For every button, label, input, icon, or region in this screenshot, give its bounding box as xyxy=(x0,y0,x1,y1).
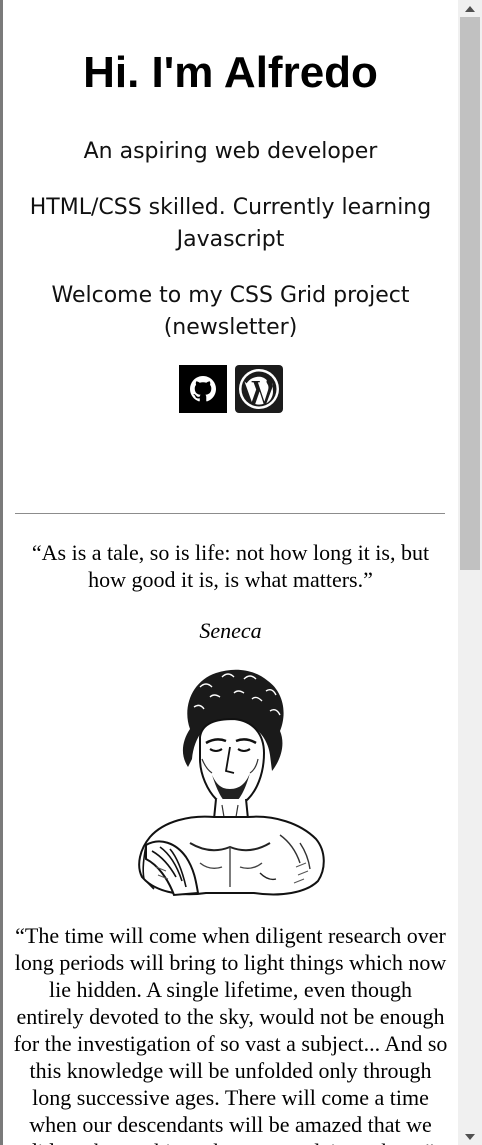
seneca-bust-illustration xyxy=(138,669,325,897)
quote-author: Seneca xyxy=(199,618,262,643)
hero-skills: HTML/CSS skilled. Currently learning Jav… xyxy=(29,195,432,252)
github-link[interactable] xyxy=(179,365,227,413)
scroll-up-button[interactable] xyxy=(458,0,482,17)
hero-title: Hi. I'm Alfredo xyxy=(83,48,378,97)
scroll-up-arrow-icon xyxy=(465,5,475,12)
section-divider xyxy=(15,513,445,514)
social-links xyxy=(179,365,283,413)
hero-tagline: An aspiring web developer xyxy=(83,139,378,164)
github-icon xyxy=(190,376,216,402)
long-quote-text: “The time will come when diligent resear… xyxy=(13,923,448,1145)
vertical-scrollbar[interactable] xyxy=(458,0,482,1145)
scroll-down-arrow-icon xyxy=(465,1133,475,1140)
wordpress-link[interactable] xyxy=(235,365,283,413)
wordpress-icon xyxy=(235,365,283,413)
quote-text: “As is a tale, so is life: not how long … xyxy=(31,540,430,592)
hero-welcome: Welcome to my CSS Grid project (newslett… xyxy=(51,283,410,340)
page-content: Hi. I'm Alfredo An aspiring web develope… xyxy=(3,0,458,1145)
browser-viewport: Hi. I'm Alfredo An aspiring web develope… xyxy=(0,0,482,1145)
scroll-down-button[interactable] xyxy=(458,1128,482,1145)
scroll-thumb[interactable] xyxy=(460,17,480,570)
